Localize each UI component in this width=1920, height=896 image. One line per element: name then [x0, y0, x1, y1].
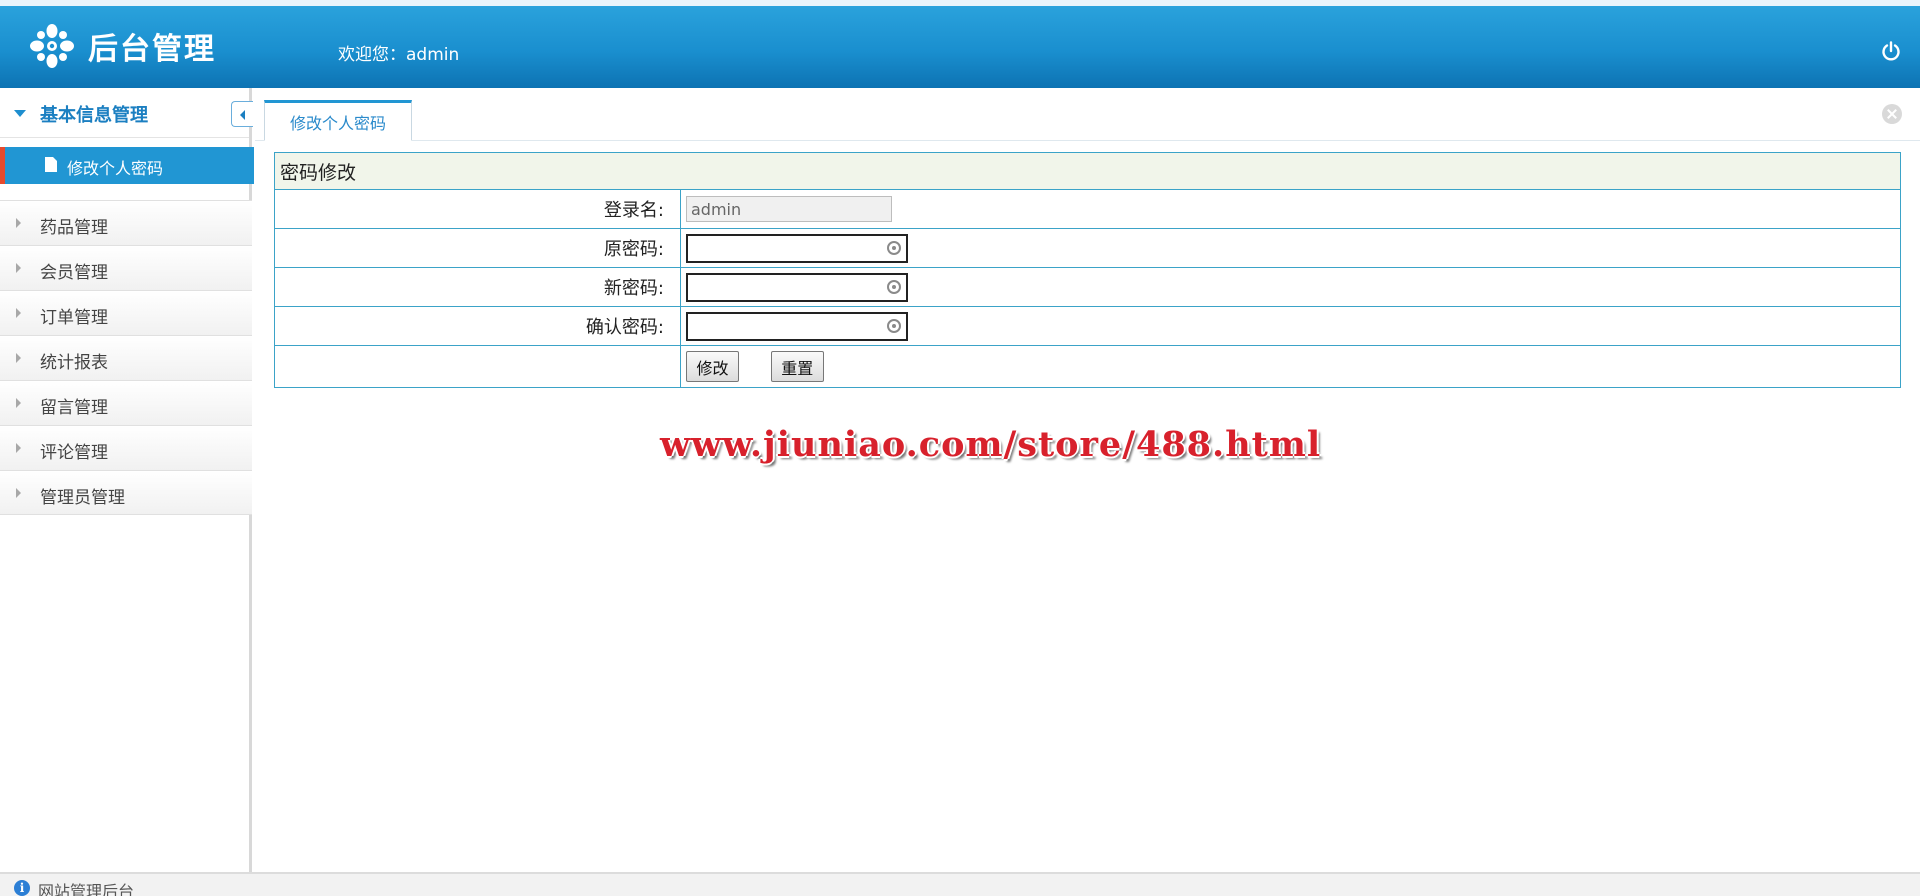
caret-right-icon: [16, 263, 21, 273]
footer: i 网站管理后台: [0, 872, 1920, 896]
old-password-label: 原密码:: [274, 228, 681, 268]
sidebar-item-orders[interactable]: 订单管理: [0, 290, 252, 335]
empty-cell: [274, 345, 681, 388]
sidebar-group-label: 基本信息管理: [40, 105, 148, 126]
confirm-password-label: 确认密码:: [274, 306, 681, 346]
login-name-label: 登录名:: [274, 189, 681, 229]
caret-right-icon: [16, 308, 21, 318]
caret-right-icon: [16, 398, 21, 408]
sidebar-item-drugs[interactable]: 药品管理: [0, 200, 252, 245]
confirm-password-input[interactable]: [686, 311, 908, 341]
password-key-icon: [887, 318, 901, 333]
watermark-url: www.jiuniao.com/store/488.html: [660, 424, 1322, 465]
reset-button[interactable]: 重置: [770, 351, 824, 382]
submit-button[interactable]: 修改: [686, 351, 739, 382]
sidebar-item-reports[interactable]: 统计报表: [0, 335, 252, 380]
tab-bar: 修改个人密码: [255, 88, 1920, 141]
top-header: 后台管理 欢迎您：admin: [0, 0, 1920, 88]
sidebar-menu: 药品管理 会员管理 订单管理 统计报表 留言管理 评论管理 管理员管理: [0, 200, 252, 515]
caret-right-icon: [16, 218, 21, 228]
form-title: 密码修改: [274, 152, 1901, 190]
sidebar-item-label: 修改个人密码: [67, 159, 164, 178]
caret-down-icon: [14, 110, 26, 117]
sidebar-item-change-password[interactable]: 修改个人密码: [0, 147, 254, 184]
sidebar-item-label: 统计报表: [40, 353, 108, 373]
sidebar-group-basic-info[interactable]: 基本信息管理: [0, 88, 253, 138]
password-key-icon: [887, 279, 901, 294]
welcome-text: 欢迎您：admin: [338, 45, 460, 65]
old-password-input[interactable]: [686, 233, 908, 263]
sidebar-item-label: 药品管理: [40, 218, 108, 238]
sidebar-item-members[interactable]: 会员管理: [0, 245, 252, 290]
sidebar-item-label: 会员管理: [40, 263, 108, 283]
app-title: 后台管理: [88, 32, 216, 67]
sidebar-item-admins[interactable]: 管理员管理: [0, 470, 252, 515]
tab-label: 修改个人密码: [289, 113, 386, 133]
sidebar-item-label: 留言管理: [40, 398, 108, 418]
info-icon: i: [14, 880, 30, 896]
sidebar: 基本信息管理 修改个人密码 药品管理 会员管理 订单管理 统计报表 留言管理 评…: [0, 88, 254, 872]
caret-right-icon: [16, 443, 21, 453]
footer-label: 网站管理后台: [38, 882, 135, 896]
login-name-field[interactable]: [686, 196, 892, 222]
logo: 后台管理: [28, 18, 216, 74]
sidebar-item-label: 评论管理: [40, 443, 108, 463]
document-icon: [45, 157, 57, 172]
new-password-label: 新密码:: [274, 267, 681, 307]
password-key-icon: [887, 240, 901, 255]
caret-right-icon: [16, 488, 21, 498]
flower-logo-icon: [30, 24, 74, 68]
sidebar-item-messages[interactable]: 留言管理: [0, 380, 252, 425]
password-form-table: 密码修改 登录名: 原密码: 新密码: 确认密码:: [274, 152, 1901, 388]
caret-right-icon: [16, 353, 21, 363]
collapse-sidebar-button[interactable]: [231, 101, 253, 127]
sidebar-item-label: 管理员管理: [40, 488, 125, 508]
sidebar-item-comments[interactable]: 评论管理: [0, 425, 252, 470]
sidebar-item-label: 订单管理: [40, 308, 108, 328]
password-form: 密码修改 登录名: 原密码: 新密码: 确认密码:: [274, 152, 1901, 388]
tab-change-password[interactable]: 修改个人密码: [264, 100, 412, 141]
power-icon[interactable]: [1880, 40, 1902, 62]
close-tab-icon[interactable]: [1882, 104, 1902, 124]
new-password-input[interactable]: [686, 272, 908, 302]
